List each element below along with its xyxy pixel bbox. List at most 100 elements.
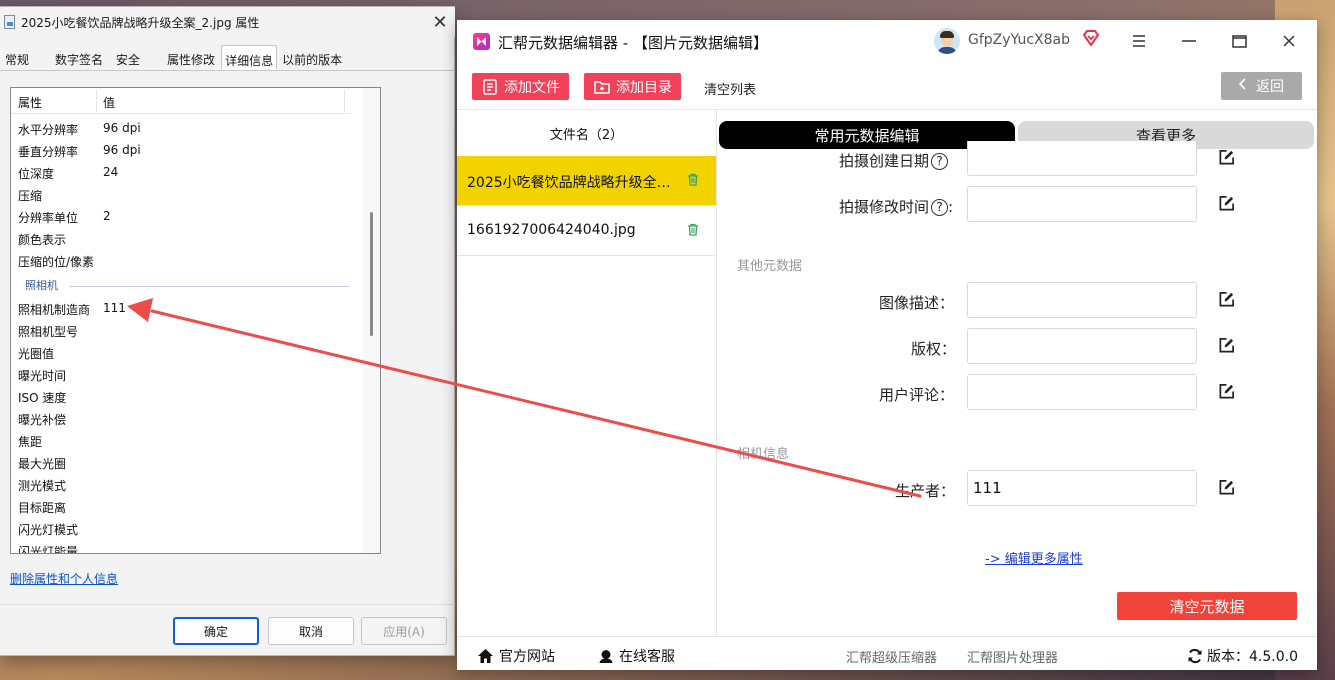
list-item[interactable]: 曝光时间 xyxy=(11,364,351,386)
username[interactable]: GfpZyYucX8ab xyxy=(968,32,1070,48)
list-item[interactable]: 光圈值 xyxy=(11,342,351,364)
official-website-link[interactable]: 官方网站 xyxy=(477,646,555,666)
details-list-header: 属性 值 xyxy=(11,88,351,114)
image-description-input[interactable] xyxy=(967,282,1197,318)
trash-icon[interactable] xyxy=(687,223,699,236)
list-item[interactable]: ISO 速度 xyxy=(11,386,351,408)
edit-icon[interactable] xyxy=(1218,383,1235,400)
tab-details[interactable]: 详细信息 xyxy=(221,45,278,70)
file-list-item[interactable]: 1661927006424040.jpg xyxy=(457,206,716,256)
group-title: 照相机 xyxy=(25,279,58,292)
property-name: 光圈值 xyxy=(18,347,55,361)
file-list: 文件名（2） 2025小吃餐饮品牌战略升级全案... 1661927006424… xyxy=(457,110,717,636)
add-file-button[interactable]: 添加文件 xyxy=(472,73,569,100)
producer-label: 生产者： xyxy=(895,482,956,500)
file-list-item[interactable]: 2025小吃餐饮品牌战略升级全案... xyxy=(457,156,716,206)
user-comment-input[interactable] xyxy=(967,374,1197,410)
remove-properties-link[interactable]: 删除属性和个人信息 xyxy=(10,570,118,587)
list-item[interactable]: 照相机制造商 111 xyxy=(11,298,351,320)
close-icon[interactable]: ✕ xyxy=(425,7,455,37)
property-name: 照相机制造商 xyxy=(18,303,91,317)
list-item[interactable]: 最大光圈 xyxy=(11,452,351,474)
tab-general[interactable]: 常规 xyxy=(2,47,33,71)
online-support-link[interactable]: 在线客服 xyxy=(598,646,675,666)
list-item[interactable]: 测光模式 xyxy=(11,474,351,496)
property-name: 垂直分辨率 xyxy=(18,145,79,159)
property-value: 24 xyxy=(103,165,119,179)
producer-input[interactable]: 111 xyxy=(967,470,1197,506)
refresh-icon[interactable] xyxy=(1187,648,1203,664)
app-titlebar: 汇帮元数据编辑器 - 【图片元数据编辑】 GfpZyYucX8ab xyxy=(457,20,1317,62)
shoot-modify-time-input[interactable] xyxy=(967,186,1197,222)
add-directory-label: 添加目录 xyxy=(616,79,672,96)
toolbar: 添加文件 添加目录 清空列表 返回 xyxy=(457,62,1317,110)
image-description-label: 图像描述： xyxy=(879,294,955,312)
edit-more-attributes-link[interactable]: -> 编辑更多属性 xyxy=(985,548,1083,567)
property-value: 111 xyxy=(103,301,126,315)
copyright-label: 版权： xyxy=(911,340,957,358)
avatar[interactable] xyxy=(934,28,960,54)
list-item[interactable]: 颜色表示 xyxy=(11,228,351,250)
back-button[interactable]: 返回 xyxy=(1221,72,1302,100)
cancel-button[interactable]: 取消 xyxy=(268,617,354,645)
list-item[interactable]: 分辨率单位 2 xyxy=(11,206,351,228)
menu-icon[interactable] xyxy=(1127,29,1151,53)
vip-diamond-icon[interactable] xyxy=(1082,29,1100,47)
tab-previous-versions[interactable]: 以前的版本 xyxy=(279,47,346,71)
property-name: 分辨率单位 xyxy=(18,211,79,225)
property-name: 目标距离 xyxy=(18,501,67,515)
list-item[interactable]: 照相机型号 xyxy=(11,320,351,342)
tab-security[interactable]: 安全 xyxy=(113,47,144,71)
list-item[interactable]: 焦距 xyxy=(11,430,351,452)
property-name: 测光模式 xyxy=(18,479,67,493)
back-label: 返回 xyxy=(1256,79,1284,95)
scrollbar[interactable] xyxy=(363,88,380,553)
footer: 官方网站 在线客服 汇帮超级压缩器 汇帮图片处理器 版本：4.5.0.0 xyxy=(457,636,1317,670)
list-item[interactable]: 水平分辨率 96 dpi xyxy=(11,118,351,140)
ok-button[interactable]: 确定 xyxy=(173,617,259,645)
list-item[interactable]: 位深度 24 xyxy=(11,162,351,184)
details-list[interactable]: 属性 值 水平分辨率 96 dpi 垂直分辨率 96 dpi 位深度 24 压缩… xyxy=(10,87,381,554)
column-header-property[interactable]: 属性 xyxy=(18,94,42,111)
edit-icon[interactable] xyxy=(1218,291,1235,308)
edit-icon[interactable] xyxy=(1218,149,1235,166)
compressor-link[interactable]: 汇帮超级压缩器 xyxy=(846,647,937,666)
add-directory-button[interactable]: 添加目录 xyxy=(584,73,681,100)
copyright-input[interactable] xyxy=(967,328,1197,364)
close-icon[interactable] xyxy=(1277,29,1301,53)
scrollbar-thumb[interactable] xyxy=(370,212,373,336)
property-name: 颜色表示 xyxy=(18,233,67,247)
shoot-create-date-label: 拍摄创建日期? xyxy=(839,150,949,171)
maximize-icon[interactable] xyxy=(1227,29,1251,53)
edit-icon[interactable] xyxy=(1218,195,1235,212)
trash-icon[interactable] xyxy=(687,173,699,186)
minimize-icon[interactable] xyxy=(1177,29,1201,53)
list-item[interactable]: 压缩 xyxy=(11,184,351,206)
edit-icon[interactable] xyxy=(1218,337,1235,354)
app-logo-icon xyxy=(473,33,490,50)
group-header-camera: 照相机 xyxy=(25,277,355,295)
property-name: 闪光灯模式 xyxy=(18,523,79,537)
home-icon xyxy=(478,649,493,663)
help-icon[interactable]: ? xyxy=(931,199,949,216)
edit-icon[interactable] xyxy=(1218,479,1235,496)
image-processor-link[interactable]: 汇帮图片处理器 xyxy=(967,647,1058,666)
list-item[interactable]: 目标距离 xyxy=(11,496,351,518)
list-item[interactable]: 垂直分辨率 96 dpi xyxy=(11,140,351,162)
list-item[interactable]: 闪光灯模式 xyxy=(11,518,351,540)
list-item[interactable]: 曝光补偿 xyxy=(11,408,351,430)
list-item[interactable]: 闪光灯能量 xyxy=(11,540,351,553)
property-name: 焦距 xyxy=(18,435,43,449)
list-item[interactable]: 压缩的位/像素 xyxy=(11,250,351,272)
clear-metadata-button[interactable]: 清空元数据 xyxy=(1117,592,1297,620)
column-header-value[interactable]: 值 xyxy=(103,94,115,111)
clear-list-button[interactable]: 清空列表 xyxy=(704,79,756,98)
property-name: 压缩的位/像素 xyxy=(18,255,95,269)
tab-attribute-modify[interactable]: 属性修改 xyxy=(164,47,219,71)
tab-digital-signature[interactable]: 数字签名 xyxy=(52,47,107,71)
apply-button[interactable]: 应用(A) xyxy=(361,617,447,645)
help-icon[interactable]: ? xyxy=(931,153,949,170)
property-name: 曝光补偿 xyxy=(18,413,67,427)
shoot-create-date-input[interactable] xyxy=(967,141,1197,176)
property-name: 最大光圈 xyxy=(18,457,67,471)
